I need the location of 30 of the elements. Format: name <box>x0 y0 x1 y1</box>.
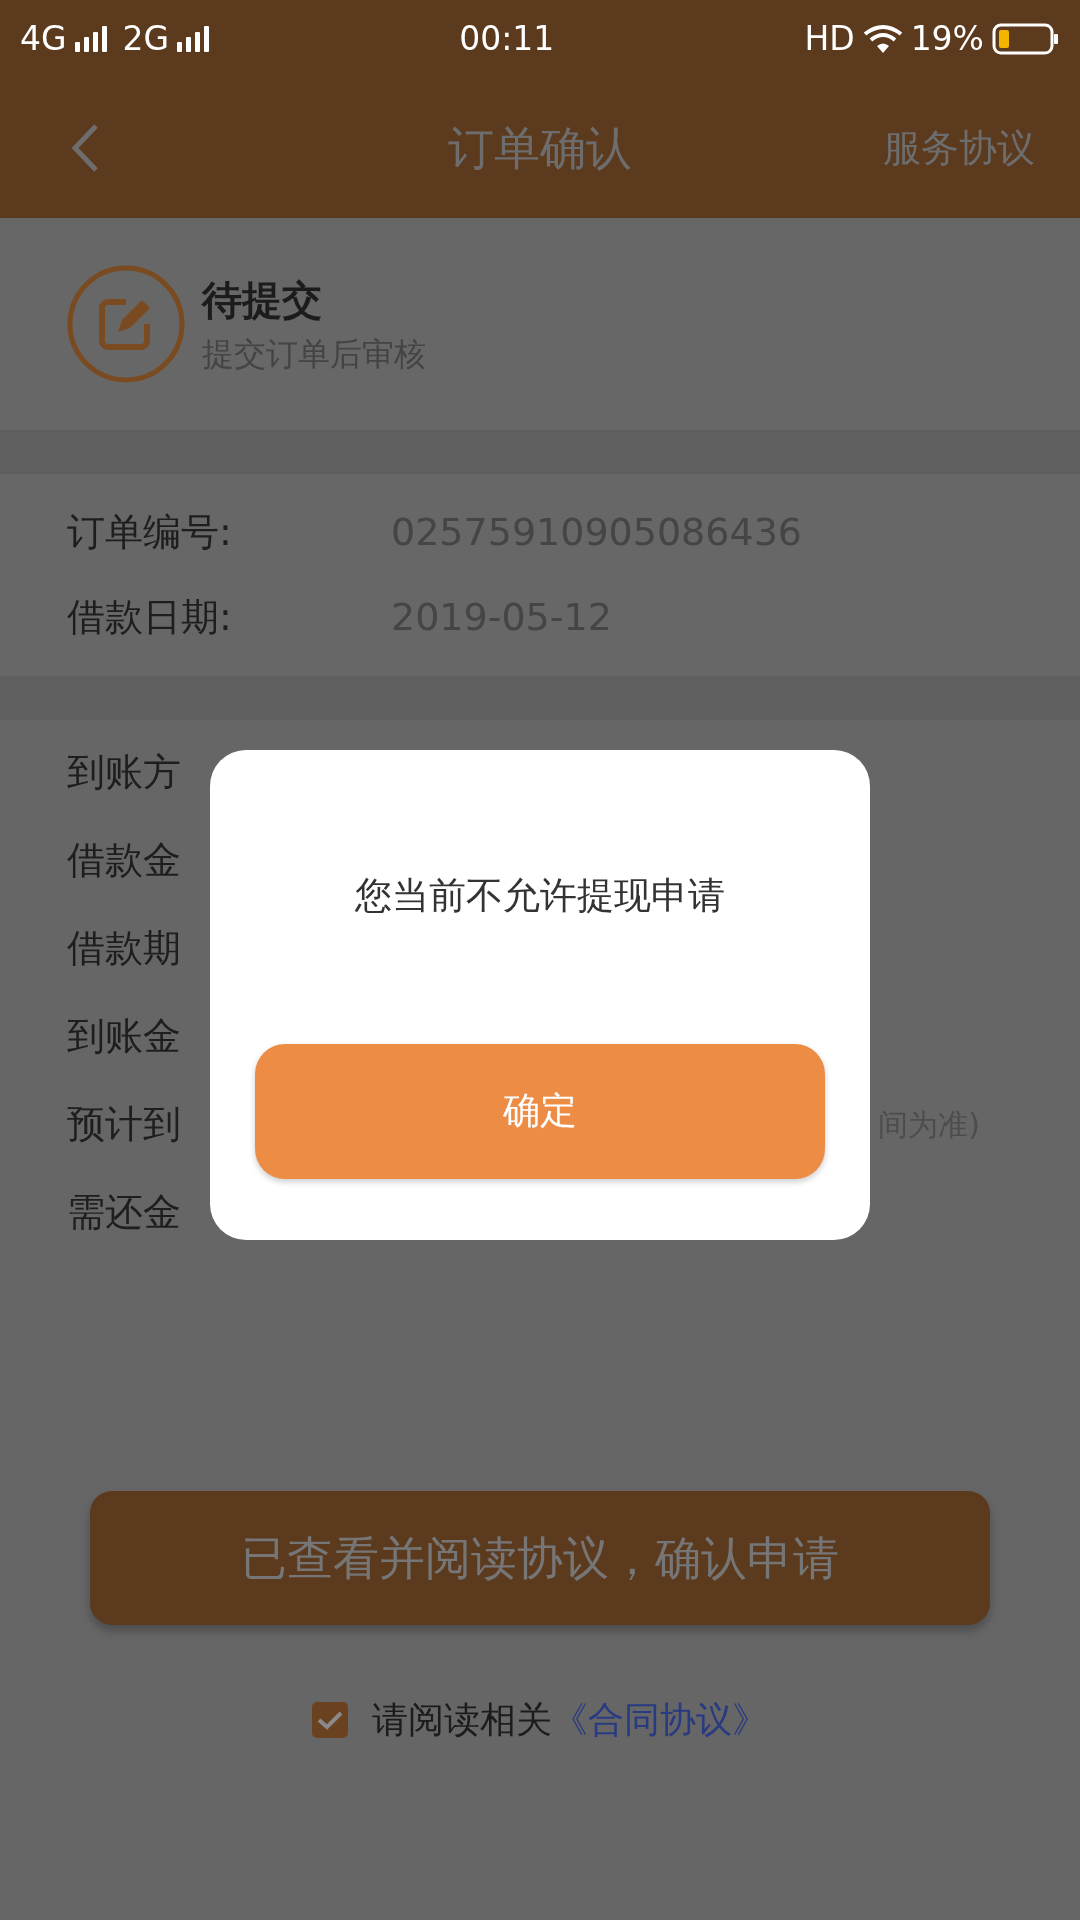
ok-button[interactable]: 确定 <box>255 1043 825 1179</box>
clock: 00:11 <box>459 18 555 61</box>
network-label: 2G <box>122 18 170 61</box>
wifi-icon <box>862 24 903 54</box>
field-label: 借款金 <box>67 836 182 884</box>
service-agreement-link[interactable]: 服务协议 <box>883 119 1035 177</box>
agreement-checkbox[interactable] <box>312 1702 348 1738</box>
field-label: 借款期 <box>67 924 182 972</box>
battery-icon <box>992 23 1060 55</box>
back-icon <box>70 123 100 173</box>
field-label: 到账方 <box>67 748 182 796</box>
dialog-message: 您当前不允许提现申请 <box>355 873 725 919</box>
field-label: 需还金 <box>67 1188 182 1236</box>
hd-label: HD <box>804 18 855 61</box>
edit-icon <box>66 264 186 384</box>
battery-percent: 19% <box>910 18 984 61</box>
back-button[interactable] <box>70 123 100 173</box>
field-label: 订单编号: <box>67 509 233 556</box>
contract-link[interactable]: 《合同协议》 <box>552 1699 768 1740</box>
signal-icon <box>177 26 210 52</box>
field-label: 借款日期: <box>67 594 233 641</box>
agreement-text: 请阅读相关《合同协议》 <box>372 1698 768 1742</box>
status-title: 待提交 <box>202 276 323 325</box>
check-icon <box>317 1710 343 1730</box>
signal-icon <box>74 26 107 52</box>
page-title: 订单确认 <box>446 119 632 177</box>
confirm-button[interactable]: 已查看并阅读协议，确认申请 <box>90 1491 990 1625</box>
field-label: 到账金 <box>67 1012 182 1060</box>
network-label: 4G <box>20 18 67 61</box>
field-label: 预计到 <box>67 1100 182 1148</box>
